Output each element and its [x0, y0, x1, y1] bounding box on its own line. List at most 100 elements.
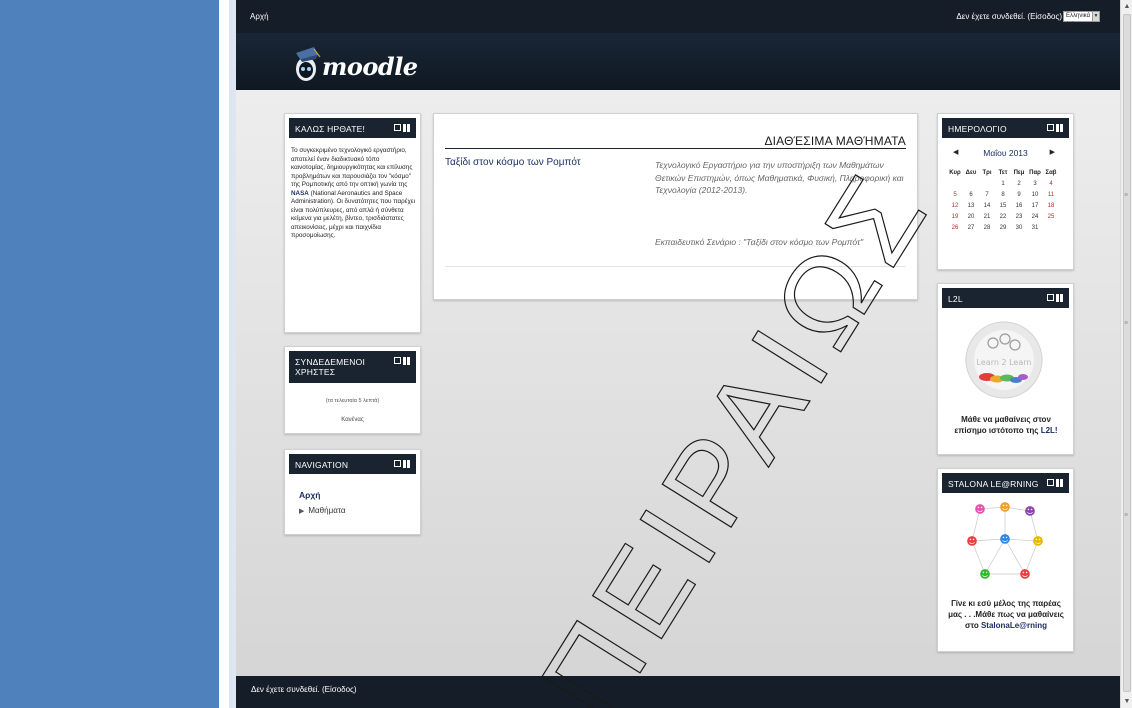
block-controls-icon[interactable] — [394, 357, 410, 365]
grip-icon: ≡ — [1124, 192, 1129, 199]
vertical-scrollbar[interactable]: ▲ ≡ ≡ ≡ ▼ — [1120, 0, 1132, 708]
calendar-day[interactable]: 9 — [1011, 192, 1027, 198]
calendar-day[interactable]: 10 — [1027, 192, 1043, 198]
calendar-day[interactable]: 2 — [1011, 181, 1027, 187]
welcome-block-header: ΚΑΛΩΣ ΗΡΘΑΤΕ! — [289, 118, 416, 138]
site-footer: Δεν έχετε συνδεθεί. (Είσοδος) — [236, 676, 1120, 708]
day-name: Σαβ — [1045, 170, 1057, 176]
stalona-caption: Γίνε κι εσύ μέλος της παρέας μας . . .Μά… — [944, 598, 1068, 631]
calendar-day[interactable]: 7 — [979, 192, 995, 198]
calendar-day[interactable]: 12 — [947, 203, 963, 209]
svg-text:☻: ☻ — [966, 535, 977, 548]
navigation-header: NAVIGATION — [289, 454, 416, 474]
svg-text:☻: ☻ — [1019, 568, 1030, 581]
navigation-block: NAVIGATION Αρχή ▶ Μαθήματα — [284, 449, 421, 535]
calendar-day[interactable]: 26 — [947, 225, 963, 231]
calendar-week: 12 13 14 15 16 17 18 — [947, 203, 1064, 209]
calendar-nav: ◀ Μαΐου 2013 ▶ — [938, 148, 1073, 160]
day-name: Παρ — [1029, 170, 1041, 176]
calendar-header: ΗΜΕΡΟΛΟΓΙΟ — [942, 118, 1069, 138]
calendar-day[interactable]: 28 — [979, 225, 995, 231]
block-controls-icon[interactable] — [394, 124, 410, 132]
login-info[interactable]: Δεν έχετε συνδεθεί. (Είσοδος) — [956, 12, 1062, 21]
scroll-up-icon[interactable]: ▲ — [1122, 1, 1132, 12]
stalona-link[interactable]: StalonaLe@rning — [981, 621, 1047, 630]
l2l-title: L2L — [948, 294, 963, 304]
block-controls-icon[interactable] — [394, 460, 410, 468]
calendar-day[interactable]: 27 — [963, 225, 979, 231]
online-users-block: ΣΥΝΔΕΔΕΜΕΝΟΙ ΧΡΗΣΤΕΣ (τα τελευταία 5 λεπ… — [284, 346, 421, 434]
calendar-day[interactable]: 21 — [979, 214, 995, 220]
calendar-day[interactable]: 29 — [995, 225, 1011, 231]
scroll-thumb[interactable] — [1123, 14, 1131, 692]
navigation-title: NAVIGATION — [295, 460, 349, 470]
panel-gap — [219, 0, 229, 708]
calendar-day[interactable]: 30 — [1011, 225, 1027, 231]
triangle-right-icon[interactable]: ▶ — [299, 508, 304, 515]
welcome-text: Το συγκεκριμένο τεχνολογικό εργαστήριο, … — [291, 147, 415, 241]
calendar-day[interactable]: 5 — [947, 192, 963, 198]
calendar-day-names: Κυρ Δευ Τρι Τετ Πεμ Παρ Σαβ — [947, 170, 1064, 176]
svg-text:☻: ☻ — [1024, 505, 1035, 518]
stalona-block: STALONA LE@RNING ☻ ☻ ☻ ☻ ☻ ☻ ☻ ☻ Γίνε κι… — [937, 468, 1074, 652]
calendar-day[interactable]: 19 — [947, 214, 963, 220]
moodle-logo[interactable]: moodle — [292, 41, 452, 85]
nav-courses-label: Μαθήματα — [308, 506, 346, 515]
block-controls-icon[interactable] — [1047, 479, 1063, 487]
svg-text:☻: ☻ — [979, 568, 990, 581]
language-select[interactable]: Ελληνικά (el) ▼ — [1063, 11, 1100, 28]
l2l-logo-image[interactable]: Learn 2 Learn — [965, 321, 1043, 399]
robot-mascot-icon — [296, 47, 321, 81]
nav-home-link[interactable]: Αρχή — [299, 490, 320, 500]
day-name: Δευ — [965, 170, 977, 176]
calendar-day[interactable]: 11 — [1043, 192, 1059, 198]
calendar-day[interactable]: 4 — [1043, 181, 1059, 187]
block-controls-icon[interactable] — [1047, 124, 1063, 132]
language-select-value: Ελληνικά (el) — [1066, 13, 1091, 28]
next-month-icon[interactable]: ▶ — [1050, 148, 1055, 156]
calendar-day[interactable]: 6 — [963, 192, 979, 198]
calendar-day[interactable]: 17 — [1027, 203, 1043, 209]
welcome-block: ΚΑΛΩΣ ΗΡΘΑΤΕ! Το συγκεκριμένο τεχνολογικ… — [284, 113, 421, 333]
footer-login-info[interactable]: Δεν έχετε συνδεθεί. (Είσοδος) — [251, 685, 357, 694]
calendar-day[interactable]: 25 — [1043, 214, 1059, 220]
calendar-week: 1234 — [947, 181, 1064, 187]
svg-text:☻: ☻ — [999, 501, 1010, 514]
welcome-text-after: (National Aeronautics and Space Administ… — [291, 189, 415, 240]
nav-courses-item[interactable]: ▶ Μαθήματα — [299, 506, 345, 515]
course-link[interactable]: Ταξίδι στον κόσμο των Ρομπότ — [445, 157, 581, 168]
available-courses-title: ΔΙΑΘΈΣΙΜΑ ΜΑΘΉΜΑΤΑ — [764, 134, 906, 148]
chevron-down-icon[interactable]: ▼ — [1092, 11, 1100, 22]
online-users-title: ΣΥΝΔΕΔΕΜΕΝΟΙ ΧΡΗΣΤΕΣ — [295, 357, 366, 377]
calendar-day[interactable]: 16 — [1011, 203, 1027, 209]
grip-icon: ≡ — [1124, 512, 1129, 519]
calendar-day[interactable]: 23 — [1011, 214, 1027, 220]
calendar-day[interactable]: 31 — [1027, 225, 1043, 231]
l2l-caption: Μάθε να μαθαίνεις στον επίσημο ιστότοπο … — [944, 414, 1068, 436]
calendar-day[interactable]: 3 — [1027, 181, 1043, 187]
calendar-day[interactable]: 13 — [963, 203, 979, 209]
stalona-header: STALONA LE@RNING — [942, 473, 1069, 493]
breadcrumb-home[interactable]: Αρχή — [250, 12, 269, 21]
logo-text: moodle — [322, 52, 418, 81]
calendar-day[interactable]: 15 — [995, 203, 1011, 209]
calendar-day[interactable]: 22 — [995, 214, 1011, 220]
course-description: Τεχνολογικό Εργαστήριο για την υποστήριξ… — [655, 160, 904, 195]
calendar-week: 26 27 28 29 30 31 — [947, 225, 1064, 231]
l2l-link[interactable]: L2L! — [1041, 426, 1058, 435]
online-users-period: (τα τελευταία 5 λεπτά) — [325, 398, 380, 404]
welcome-text-nasa: NASA — [291, 189, 309, 197]
calendar-day[interactable]: 18 — [1043, 203, 1059, 209]
svg-text:☻: ☻ — [1032, 535, 1043, 548]
block-controls-icon[interactable] — [1047, 294, 1063, 302]
calendar-title: ΗΜΕΡΟΛΟΓΙΟ — [948, 124, 1007, 134]
course-divider — [445, 266, 906, 267]
calendar-day[interactable]: 20 — [963, 214, 979, 220]
calendar-day[interactable]: 14 — [979, 203, 995, 209]
network-people-image[interactable]: ☻ ☻ ☻ ☻ ☻ ☻ ☻ ☻ — [960, 499, 1050, 589]
calendar-day[interactable]: 1 — [995, 181, 1011, 187]
calendar-day[interactable]: 8 — [995, 192, 1011, 198]
calendar-day[interactable]: 24 — [1027, 214, 1043, 220]
course-scenario: Εκπαιδευτικό Σενάριο : "Ταξίδι στον κόσμ… — [655, 237, 864, 247]
scroll-down-icon[interactable]: ▼ — [1122, 696, 1132, 707]
